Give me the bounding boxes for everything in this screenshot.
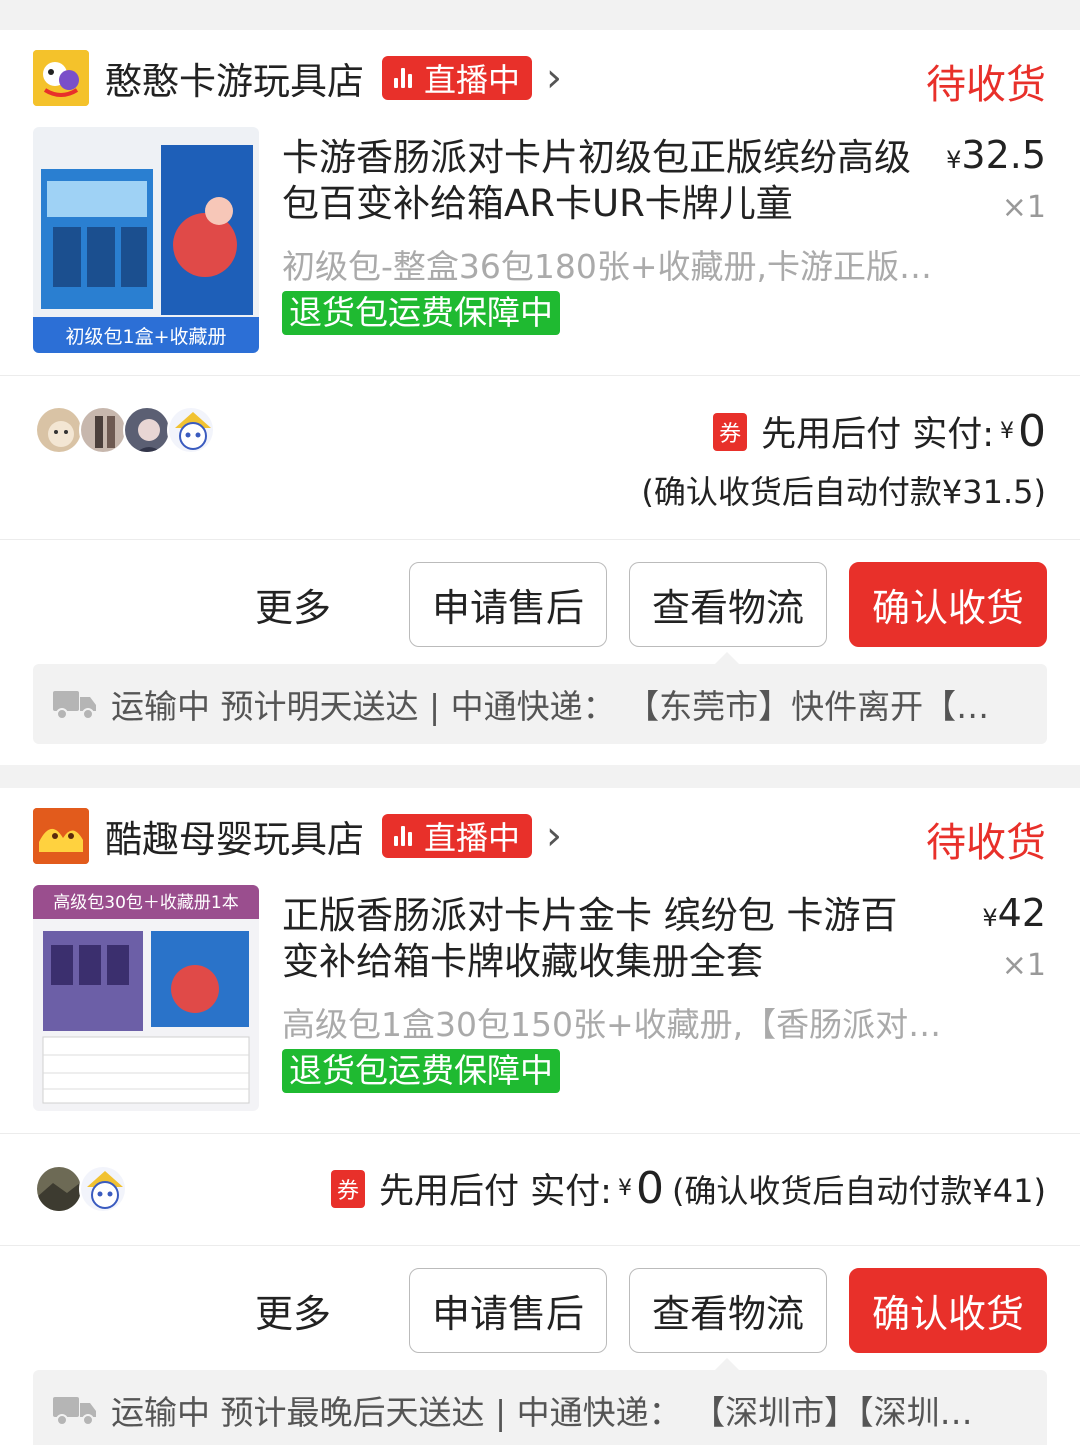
logistics-text: 运输中 预计明天送达 | 中通快递： 【东莞市】快件离开【东莞中心】已发往【深圳… xyxy=(111,687,996,726)
logistics-bar[interactable]: 运输中 预计最晚后天送达 | 中通快递： 【深圳市】【深圳中心】已发出 xyxy=(33,1358,1047,1445)
order-status: 待收货 xyxy=(926,62,1046,108)
buyer-avatars xyxy=(35,406,215,454)
logistics-pointer xyxy=(715,652,739,664)
product-thumbnail[interactable]: 高级包30包＋收藏册1本 xyxy=(33,885,259,1111)
more-button[interactable]: 更多 xyxy=(255,1283,331,1338)
confirm-receipt-button[interactable]: 确认收货 xyxy=(849,1268,1047,1353)
return-shipping-guarantee-badge: 退货包运费保障中 xyxy=(282,291,560,335)
shop-header[interactable]: 酷趣母婴玩具店 直播中 › xyxy=(33,808,562,864)
logistics-bar[interactable]: 运输中 预计明天送达 | 中通快递： 【东莞市】快件离开【东莞中心】已发往【深圳… xyxy=(33,652,1047,744)
return-shipping-guarantee-badge: 退货包运费保障中 xyxy=(282,1049,560,1093)
price-symbol: ¥ xyxy=(946,146,962,174)
product-spec: 初级包-整盒36包180张+收藏册,卡游正版香肠派对 xyxy=(282,247,962,286)
coupon-badge: 券 xyxy=(331,1169,366,1208)
truck-icon xyxy=(53,1397,96,1426)
chevron-right-icon[interactable]: › xyxy=(546,816,562,856)
product-title[interactable]: 卡游香肠派对卡片初级包正版缤纷高级包百变补给箱AR卡UR卡牌儿童 xyxy=(282,135,912,227)
live-label: 直播中 xyxy=(424,61,521,99)
shop-name[interactable]: 酷趣母婴玩具店 xyxy=(105,809,364,863)
pay-symbol: ¥ xyxy=(617,1176,632,1201)
buyer-avatars xyxy=(35,1165,127,1213)
shop-name[interactable]: 憨憨卡游玩具店 xyxy=(105,51,364,105)
live-label: 直播中 xyxy=(424,819,521,857)
divider xyxy=(0,1245,1080,1246)
coupon-badge: 券 xyxy=(713,412,748,451)
logistics-pointer xyxy=(715,1358,739,1370)
payment-line: 券 先用后付 实付: ¥ 0 xyxy=(713,406,1046,457)
auto-pay-note: (确认收货后自动付款¥41) xyxy=(671,1171,1046,1210)
view-logistics-button[interactable]: 查看物流 xyxy=(629,562,827,647)
live-badge[interactable]: 直播中 xyxy=(382,814,533,858)
payment-line: 券 先用后付 实付: ¥ 0 (确认收货后自动付款¥41) xyxy=(331,1163,1046,1214)
product-spec: 高级包1盒30包150张+收藏册,【香肠派对卡片】 xyxy=(282,1005,962,1044)
divider xyxy=(0,375,1080,376)
more-button[interactable]: 更多 xyxy=(255,577,331,632)
avatar xyxy=(35,1165,83,1213)
logistics-text: 运输中 预计最晚后天送达 | 中通快递： 【深圳市】【深圳中心】已发出 xyxy=(111,1393,996,1432)
shop-header[interactable]: 憨憨卡游玩具店 直播中 › xyxy=(33,50,562,106)
product-quantity: ×1 xyxy=(1001,190,1046,225)
pay-symbol: ¥ xyxy=(1000,419,1014,444)
confirm-receipt-button[interactable]: 确认收货 xyxy=(849,562,1047,647)
pay-amount: 0 xyxy=(635,1163,664,1214)
auto-pay-note: (确认收货后自动付款¥31.5) xyxy=(641,473,1046,511)
avatar xyxy=(167,406,215,454)
truck-icon xyxy=(53,691,96,720)
price-value: 32.5 xyxy=(961,133,1046,177)
product-price: ¥32.5 xyxy=(946,133,1046,177)
pay-amount: 0 xyxy=(1018,406,1046,457)
pay-label: 先用后付 实付: xyxy=(761,415,994,455)
avatar xyxy=(79,1165,127,1213)
product-price: ¥42 xyxy=(982,891,1046,935)
avatar xyxy=(123,406,171,454)
avatar xyxy=(79,406,127,454)
price-value: 42 xyxy=(997,891,1046,935)
product-thumbnail[interactable]: 初级包1盒+收藏册 xyxy=(33,127,259,353)
avatar xyxy=(35,406,83,454)
order-actions: 更多 申请售后 查看物流 确认收货 xyxy=(255,1268,1047,1353)
divider xyxy=(0,1133,1080,1134)
order-status: 待收货 xyxy=(926,820,1046,866)
after-sale-button[interactable]: 申请售后 xyxy=(409,562,607,647)
live-bars-icon xyxy=(394,826,412,846)
order-card: 憨憨卡游玩具店 直播中 › 待收货 初级包1盒+收藏册 卡游香肠派对卡片初级包正… xyxy=(0,30,1080,765)
product-quantity: ×1 xyxy=(1001,948,1046,983)
live-bars-icon xyxy=(394,68,412,88)
order-card: 酷趣母婴玩具店 直播中 › 待收货 高级包30包＋收藏册1本 正版香肠派对卡片金… xyxy=(0,788,1080,1445)
thumb-caption: 高级包30包＋收藏册1本 xyxy=(53,893,238,913)
thumb-caption: 初级包1盒+收藏册 xyxy=(65,326,226,348)
shop-logo xyxy=(33,808,89,864)
divider xyxy=(0,539,1080,540)
pay-label: 先用后付 实付: xyxy=(379,1172,612,1212)
after-sale-button[interactable]: 申请售后 xyxy=(409,1268,607,1353)
chevron-right-icon[interactable]: › xyxy=(546,58,562,98)
shop-logo xyxy=(33,50,89,106)
price-symbol: ¥ xyxy=(982,904,998,932)
live-badge[interactable]: 直播中 xyxy=(382,56,533,100)
product-title[interactable]: 正版香肠派对卡片金卡 缤纷包 卡游百变补给箱卡牌收藏收集册全套 xyxy=(282,893,912,985)
order-actions: 更多 申请售后 查看物流 确认收货 xyxy=(255,562,1047,647)
view-logistics-button[interactable]: 查看物流 xyxy=(629,1268,827,1353)
